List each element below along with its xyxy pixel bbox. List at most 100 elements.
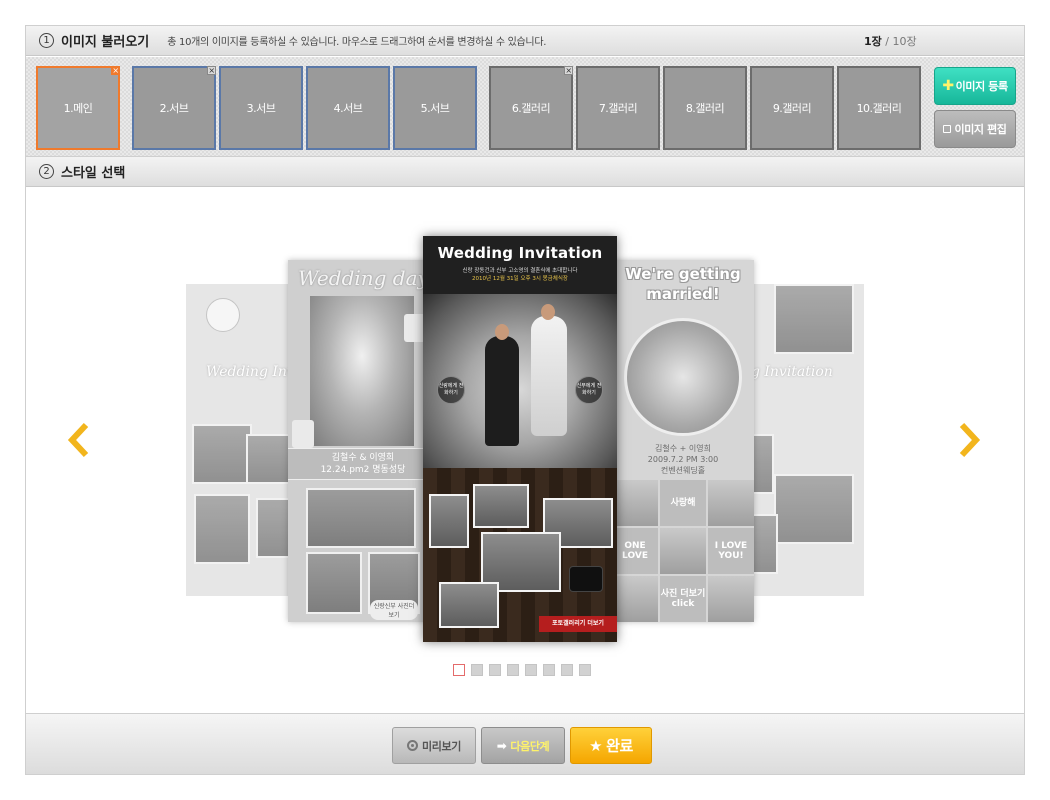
couple-photo [310, 296, 414, 446]
thumbnail-slot[interactable]: 4.서브 [306, 66, 390, 150]
image-count-current: 1장 [864, 34, 882, 48]
thumbnail-label: 7.갤러리 [598, 102, 638, 115]
grid-photo [708, 480, 754, 526]
grid-text: ONE LOVE [612, 528, 658, 574]
couple-photo [624, 318, 742, 436]
next-step-button[interactable]: ➡ 다음단계 [481, 727, 565, 764]
card-invite-line: 신랑 장동건과 신부 고소영의 결혼식에 초대합니다 [462, 268, 578, 274]
image-count: 1장 / 10장 [864, 33, 917, 49]
carousel-page-dot[interactable] [525, 664, 537, 676]
photo [306, 488, 416, 548]
done-button[interactable]: ★ 완료 [570, 727, 652, 764]
edit-image-button[interactable]: 이미지 편집 [934, 110, 1016, 148]
card-date: 12.24.pm2 명동성당 [320, 465, 406, 475]
photo [429, 494, 469, 548]
arrow-right-icon: ➡ [496, 738, 507, 753]
section-header-style-select: 2 스타일 선택 [26, 157, 1024, 187]
thumbnail-slot[interactable]: 2.서브 × [132, 66, 216, 150]
grid-text: I LOVE YOU! [708, 528, 754, 574]
carousel-pager [453, 664, 591, 676]
register-image-button[interactable]: ✚ 이미지 등록 [934, 67, 1016, 105]
thumbnail-slot[interactable]: 8.갤러리 [663, 66, 747, 150]
groom-figure [485, 336, 519, 446]
remove-icon[interactable]: × [111, 66, 120, 75]
card-title-line2: married! [646, 285, 720, 303]
thumbnail-label: 3.서브 [246, 102, 276, 115]
edit-image-label: 이미지 편집 [954, 123, 1007, 136]
card-title: Wedding Invitation [437, 244, 603, 262]
carousel-page-dot[interactable] [453, 664, 465, 676]
card-title: We're getting married! [614, 264, 752, 304]
thumbnail-slot[interactable]: 5.서브 [393, 66, 477, 150]
thumbnail-slot[interactable]: 7.갤러리 [576, 66, 660, 150]
section-header-load-images: 1 이미지 불러오기 총 10개의 이미지를 등록하실 수 있습니다. 마우스로… [26, 26, 1024, 56]
style-card-mid-left[interactable]: Wedding day 김철수 & 이영희 12.24.pm2 명동성당 신랑신… [288, 260, 438, 622]
preview-label: 미리보기 [422, 739, 461, 753]
thumbnail-slot[interactable]: 1.메인 × [36, 66, 120, 150]
carousel-page-dot[interactable] [489, 664, 501, 676]
photo [774, 284, 854, 354]
style-card-selected[interactable]: Wedding Invitation 신랑 장동건과 신부 고소영의 결혼식에 … [423, 236, 617, 642]
thumbnail-slot[interactable]: 10.갤러리 [837, 66, 921, 150]
grid-photo [612, 576, 658, 622]
card-names: 김철수 & 이영희 [331, 453, 395, 463]
photo [194, 494, 250, 564]
preview-button[interactable]: 미리보기 [392, 727, 476, 764]
carousel-page-dot[interactable] [579, 664, 591, 676]
camera-icon [569, 566, 603, 592]
ring-icon [407, 740, 419, 751]
next-step-label: 다음단계 [510, 739, 550, 753]
chevron-left-icon[interactable] [64, 420, 94, 460]
done-label: 완료 [606, 737, 633, 755]
card-names-block: 김철수 + 이영희 2009.7.2 PM 3:00 컨벤션웨딩홀 [612, 440, 754, 475]
call-bubble [206, 298, 240, 332]
star-icon: ★ [589, 736, 603, 755]
card-title-line1: We're getting [625, 265, 741, 283]
carousel-page-dot[interactable] [543, 664, 555, 676]
bride-figure [531, 316, 567, 436]
remove-icon[interactable]: × [207, 66, 216, 75]
call-groom-button: 신랑에게 전화하기 [437, 376, 465, 404]
thumbnail-label: 1.메인 [63, 102, 93, 115]
section-title: 이미지 불러오기 [61, 35, 150, 50]
photo [774, 474, 854, 544]
thumbnail-slot[interactable]: 3.서브 [219, 66, 303, 150]
grid-photo [660, 528, 706, 574]
grid-photo [708, 576, 754, 622]
thumbnail-slot[interactable]: 9.갤러리 [750, 66, 834, 150]
step-number: 1 [39, 33, 54, 48]
photo-grid: 사랑해 ONE LOVE I LOVE YOU! 사진 더보기 click [612, 480, 754, 622]
carousel-page-dot[interactable] [471, 664, 483, 676]
register-image-label: 이미지 등록 [955, 80, 1008, 93]
carousel-page-dot[interactable] [507, 664, 519, 676]
carousel-page-dot[interactable] [561, 664, 573, 676]
thumbnail-label: 4.서브 [333, 102, 363, 115]
thumbnail-label: 9.갤러리 [772, 102, 812, 115]
grid-text: 사진 더보기 click [660, 576, 706, 622]
thumbnail-label: 8.갤러리 [685, 102, 725, 115]
photo [192, 424, 252, 484]
thumbnail-label: 10.갤러리 [856, 102, 902, 115]
square-icon [943, 125, 952, 133]
bride-head [541, 304, 555, 320]
thumbnail-strip: 1.메인 × 2.서브 × 3.서브 4.서브 5.서브 6.갤러리 × 7.갤… [26, 57, 1024, 157]
remove-icon[interactable]: × [564, 66, 573, 75]
step-number: 2 [39, 164, 54, 179]
card-names: 김철수 + 이영희 [655, 444, 711, 453]
style-carousel: Wedding Invita Wedding Invitation Weddin… [26, 188, 1024, 713]
editor-frame: 1 이미지 불러오기 총 10개의 이미지를 등록하실 수 있습니다. 마우스로… [25, 25, 1025, 775]
more-gallery-button: 포토갤러리기 더보기 [539, 616, 617, 632]
thumbnail-label: 6.갤러리 [511, 102, 551, 115]
call-tag [292, 420, 314, 448]
thumbnail-label: 5.서브 [420, 102, 450, 115]
card-date-line: 2010년 12월 31일 오후 3시 몽금체식장 [472, 276, 568, 282]
photo [473, 484, 529, 528]
chevron-right-icon[interactable] [954, 420, 984, 460]
photo [439, 582, 499, 628]
thumbnail-slot[interactable]: 6.갤러리 × [489, 66, 573, 150]
groom-head [495, 324, 509, 340]
grid-photo [612, 480, 658, 526]
style-card-mid-right[interactable]: We're getting married! 김철수 + 이영희 2009.7.… [612, 260, 754, 622]
card-date: 2009.7.2 PM 3:00 [647, 455, 719, 464]
section-title: 스타일 선택 [61, 166, 126, 181]
